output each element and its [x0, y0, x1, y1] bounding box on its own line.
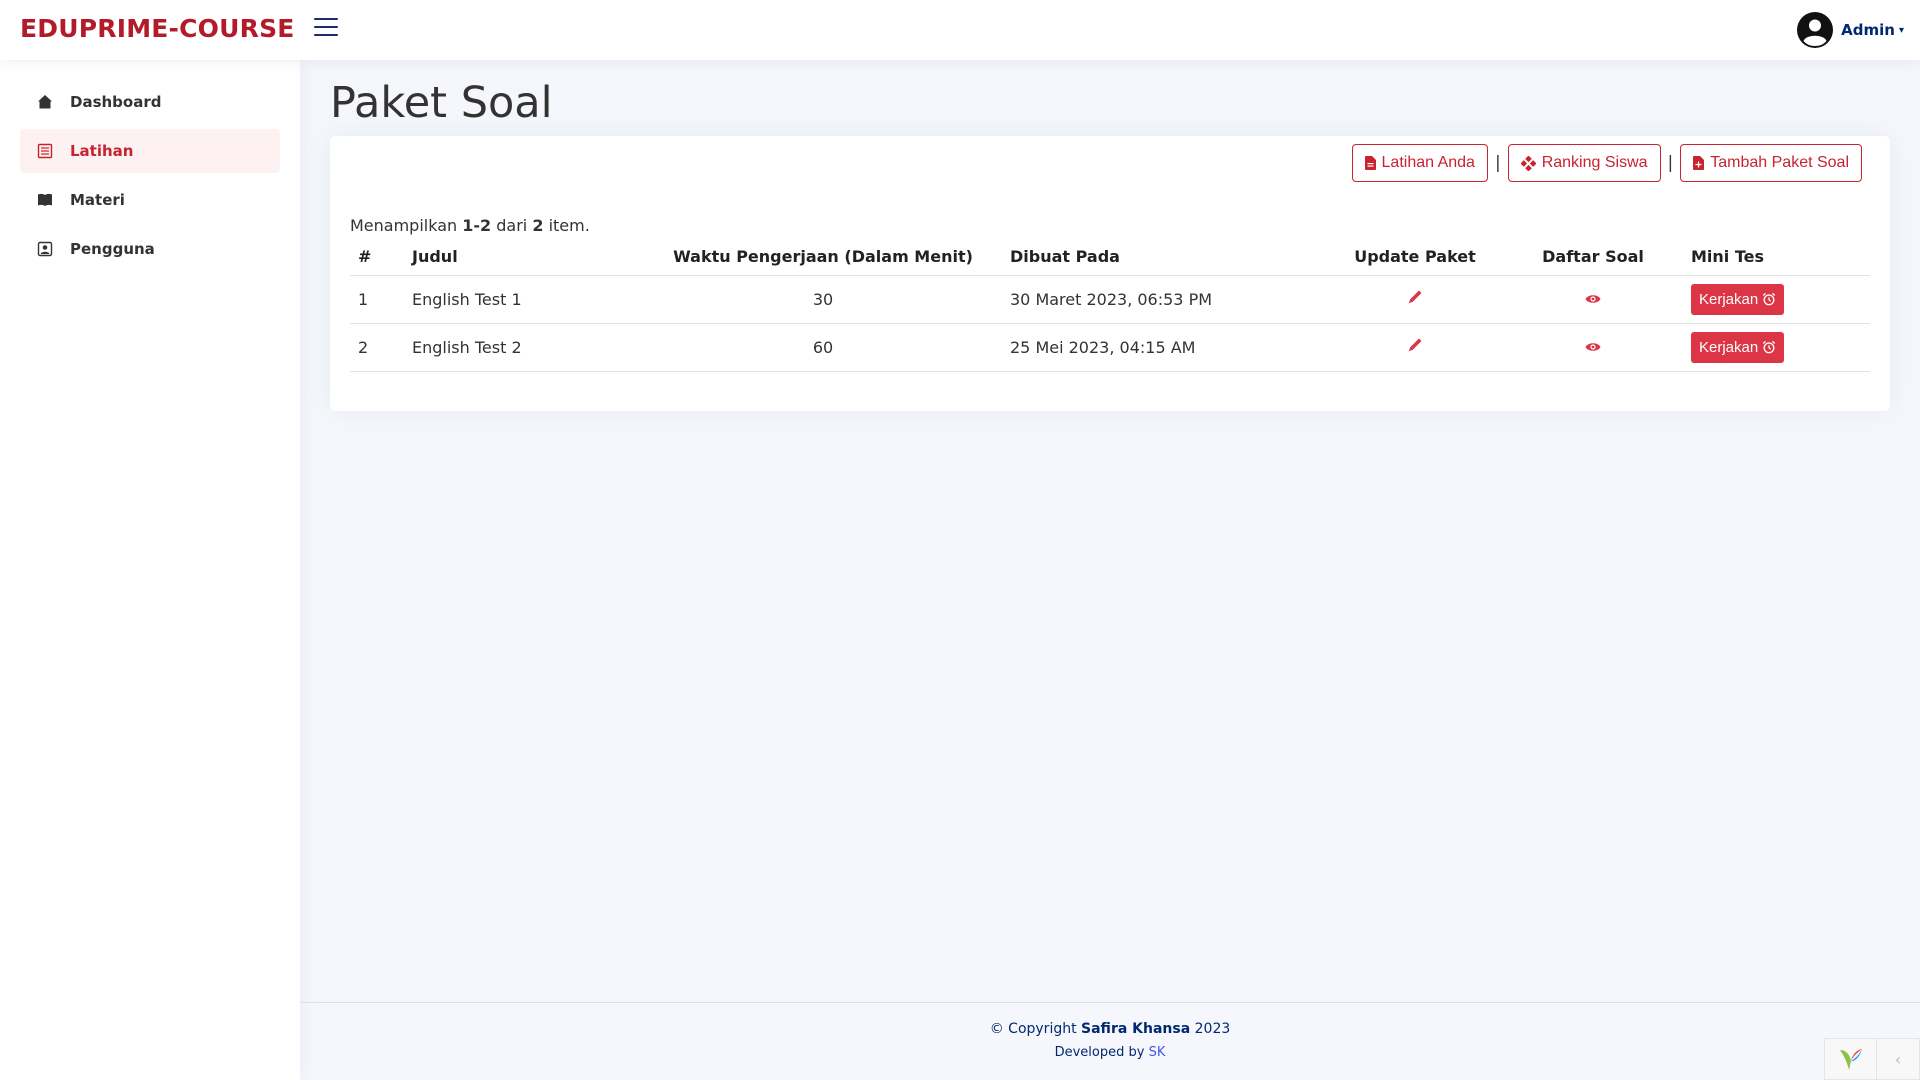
separator: | — [1667, 153, 1674, 173]
column-header-dibuat[interactable]: Dibuat Pada — [1002, 239, 1327, 276]
kerjakan-label: Kerjakan — [1699, 290, 1759, 308]
summary-prefix: Menampilkan — [350, 216, 458, 235]
kerjakan-label: Kerjakan — [1699, 338, 1759, 356]
framework-logo-icon[interactable] — [1825, 1038, 1877, 1080]
alarm-icon — [1763, 292, 1776, 306]
summary-text: Menampilkan 1-2 dari 2 item. — [350, 216, 590, 235]
user-name: Admin — [1841, 21, 1895, 39]
cell-no: 1 — [350, 275, 404, 324]
sidebar-item-label: Pengguna — [70, 240, 155, 258]
sidebar-item-label: Latihan — [70, 142, 134, 160]
kerjakan-button[interactable]: Kerjakan — [1691, 283, 1785, 315]
book-icon — [36, 191, 54, 209]
sidebar-item-materi[interactable]: Materi — [20, 178, 280, 222]
summary-suffix: item. — [548, 216, 590, 235]
tambah-paket-soal-label: Tambah Paket Soal — [1710, 154, 1849, 171]
cell-judul: English Test 1 — [404, 275, 644, 324]
summary-middle: dari — [496, 216, 528, 235]
copyright-year: 2023 — [1194, 1021, 1231, 1037]
cell-daftar — [1503, 323, 1683, 372]
copyright-prefix: © Copyright — [989, 1021, 1077, 1037]
cell-mini-tes: Kerjakan — [1683, 323, 1870, 372]
sidebar-item-label: Dashboard — [70, 93, 162, 111]
developer-link[interactable]: SK — [1149, 1045, 1166, 1060]
column-header-daftar: Daftar Soal — [1503, 239, 1683, 276]
page-title: Paket Soal — [330, 78, 553, 128]
home-icon — [36, 93, 54, 111]
ranking-siswa-button[interactable]: Ranking Siswa — [1507, 144, 1661, 182]
cell-judul: English Test 2 — [404, 323, 644, 372]
profile-dropdown[interactable]: Admin ▾ — [1797, 12, 1904, 48]
sidebar-item-label: Materi — [70, 191, 125, 209]
person-badge-icon — [36, 240, 54, 258]
latihan-anda-label: Latihan Anda — [1381, 154, 1475, 171]
pencil-icon[interactable] — [1407, 337, 1423, 353]
file-plus-icon — [1693, 156, 1705, 170]
summary-total: 2 — [532, 216, 544, 235]
debug-toolbar: ‹ — [1824, 1038, 1920, 1080]
table-row: 2 English Test 2 60 25 Mei 2023, 04:15 A… — [350, 323, 1870, 372]
paket-soal-table: # Judul Waktu Pengerjaan (Dalam Menit) D… — [350, 239, 1870, 372]
sidebar-item-latihan[interactable]: Latihan — [20, 129, 280, 173]
header: EDUPRIME-COURSE Admin ▾ — [0, 0, 1920, 60]
pencil-icon[interactable] — [1407, 289, 1423, 305]
column-header-waktu[interactable]: Waktu Pengerjaan (Dalam Menit) — [644, 239, 1002, 276]
column-header-update: Update Paket — [1327, 239, 1503, 276]
cell-mini-tes: Kerjakan — [1683, 275, 1870, 324]
paket-soal-card: Latihan Anda | Ranking Siswa | Tambah Pa… — [330, 136, 1890, 411]
cell-daftar — [1503, 275, 1683, 324]
copyright-line: © Copyright Safira Khansa 2023 — [300, 1021, 1920, 1037]
column-header-judul[interactable]: Judul — [404, 239, 644, 276]
column-header-mini-tes: Mini Tes — [1683, 239, 1870, 276]
summary-range: 1-2 — [462, 216, 492, 235]
table-row: 1 English Test 1 30 30 Maret 2023, 06:53… — [350, 275, 1870, 324]
ranking-siswa-label: Ranking Siswa — [1541, 154, 1648, 171]
eye-icon[interactable] — [1585, 341, 1601, 353]
diamond-icon — [1520, 155, 1536, 171]
list-icon — [36, 142, 54, 160]
kerjakan-button[interactable]: Kerjakan — [1691, 331, 1785, 363]
sidebar-toggle-icon[interactable] — [314, 18, 338, 40]
developed-by-text: Developed by — [1054, 1045, 1145, 1060]
sidebar: Dashboard Latihan Materi Pengguna — [0, 60, 300, 1080]
file-icon — [1364, 156, 1376, 170]
cell-update — [1327, 323, 1503, 372]
alarm-icon — [1763, 340, 1776, 354]
developed-by-line: Developed by SK — [300, 1045, 1920, 1060]
action-buttons: Latihan Anda | Ranking Siswa | Tambah Pa… — [1351, 144, 1862, 182]
cell-waktu: 30 — [644, 275, 1002, 324]
chevron-down-icon: ▾ — [1898, 24, 1904, 36]
cell-update — [1327, 275, 1503, 324]
table-header-row: # Judul Waktu Pengerjaan (Dalam Menit) D… — [350, 239, 1870, 276]
cell-dibuat: 25 Mei 2023, 04:15 AM — [1002, 323, 1327, 372]
cell-waktu: 60 — [644, 323, 1002, 372]
latihan-anda-button[interactable]: Latihan Anda — [1351, 144, 1488, 182]
app-logo[interactable]: EDUPRIME-COURSE — [20, 14, 295, 43]
tambah-paket-soal-button[interactable]: Tambah Paket Soal — [1680, 144, 1862, 182]
cell-dibuat: 30 Maret 2023, 06:53 PM — [1002, 275, 1327, 324]
eye-icon[interactable] — [1585, 293, 1601, 305]
user-avatar-icon — [1797, 12, 1834, 48]
chevron-left-icon[interactable]: ‹ — [1877, 1050, 1919, 1069]
sidebar-item-dashboard[interactable]: Dashboard — [20, 80, 280, 124]
copyright-author: Safira Khansa — [1081, 1021, 1191, 1037]
cell-no: 2 — [350, 323, 404, 372]
sidebar-item-pengguna[interactable]: Pengguna — [20, 227, 280, 271]
footer: © Copyright Safira Khansa 2023 Developed… — [300, 1002, 1920, 1080]
separator: | — [1494, 153, 1501, 173]
column-header-no[interactable]: # — [350, 239, 404, 276]
